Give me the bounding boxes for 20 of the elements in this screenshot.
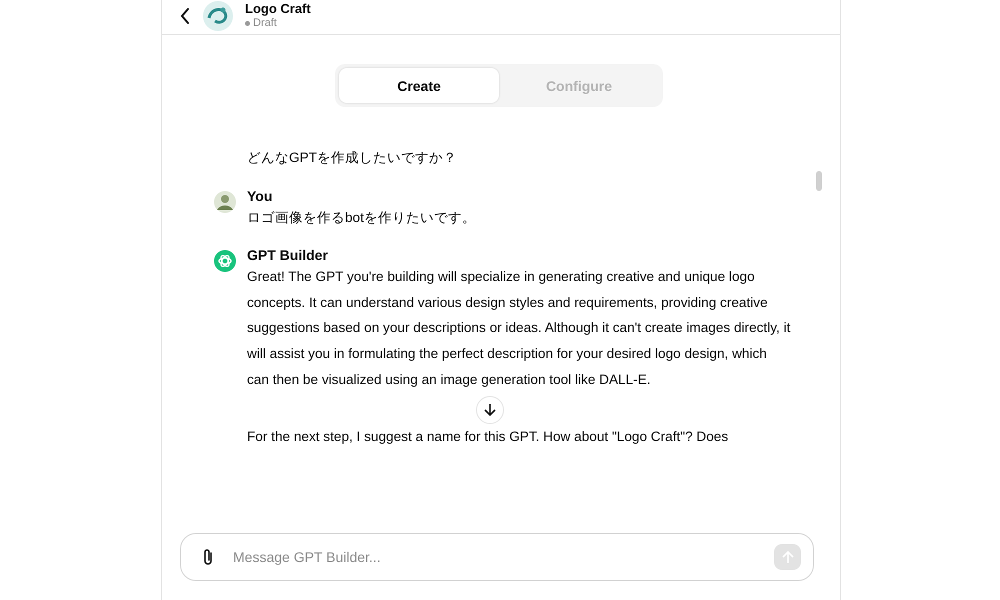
scroll-down-button[interactable] xyxy=(476,396,504,424)
logo-icon xyxy=(203,0,233,30)
builder-icon xyxy=(214,250,236,272)
scrollbar-thumb[interactable] xyxy=(816,171,822,191)
message-text: ロゴ画像を作るbotを作りたいです。 xyxy=(247,208,477,227)
avatar-icon xyxy=(214,190,236,213)
author-name: You xyxy=(247,186,274,205)
arrow-down-icon xyxy=(482,403,496,418)
message-input[interactable]: Message GPT Builder... xyxy=(231,548,758,566)
tab[interactable]: Create xyxy=(339,68,499,103)
back-icon[interactable] xyxy=(179,6,191,24)
message-text: Great! The GPT you're building will specialize in generating creative and unique logo concepts. It can understand various design styles and requirements, providing creative suggestions based on your descriptions or ideas. Although it can't create images directly, it will assist you in formulating the perfect description for your desired logo design, which can then be visualized using an image generation tool like DALL-E. xyxy=(247,268,792,389)
message-field[interactable]: Message GPT Builder... xyxy=(180,533,814,581)
draft-status: Draft xyxy=(245,16,311,30)
paperclip-icon[interactable] xyxy=(201,547,215,567)
author-name: GPT Builder xyxy=(247,246,329,264)
message-text: For the next step, I suggest a name for this GPT. How about "Logo Craft"? Does xyxy=(247,428,730,446)
arrow-up-icon xyxy=(780,550,794,564)
message-text: どんなGPTを作成したいですか？ xyxy=(247,149,458,167)
gpt-title: Logo Craft xyxy=(245,0,311,16)
